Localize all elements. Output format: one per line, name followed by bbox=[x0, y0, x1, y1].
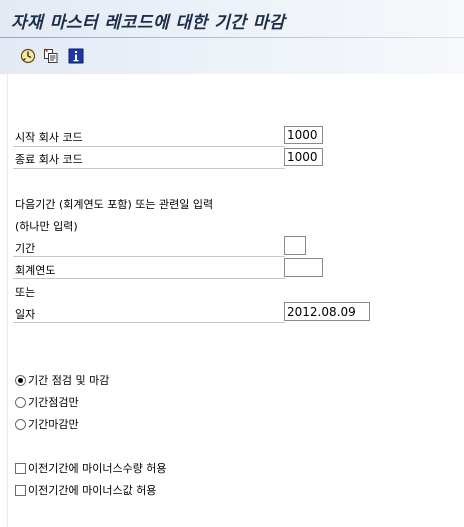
row-divider bbox=[13, 256, 285, 257]
fiscal-year-label: 회계연도 bbox=[15, 264, 56, 277]
date-field[interactable] bbox=[284, 302, 370, 321]
checkbox[interactable] bbox=[15, 484, 26, 496]
radio-label: 기간점검만 bbox=[28, 396, 79, 409]
period-field[interactable] bbox=[284, 236, 306, 255]
application-toolbar bbox=[0, 38, 464, 74]
page-title: 자재 마스터 레코드에 대한 기간 마감 bbox=[11, 13, 286, 33]
radio-label: 기간 점검 및 마감 bbox=[28, 374, 110, 387]
date-label: 일자 bbox=[15, 308, 36, 321]
info-icon bbox=[68, 48, 84, 64]
radio-check-and-close[interactable]: 기간 점검 및 마감 bbox=[15, 372, 109, 388]
title-bar: 자재 마스터 레코드에 대한 기간 마감 bbox=[0, 0, 464, 38]
start-company-code-field[interactable] bbox=[284, 126, 323, 144]
execute-button[interactable] bbox=[20, 48, 36, 64]
fiscal-year-field[interactable] bbox=[284, 258, 323, 277]
or-label: 또는 bbox=[15, 286, 36, 299]
row-divider bbox=[13, 168, 285, 169]
checkbox-label: 이전기간에 마이너스수량 허용 bbox=[28, 462, 167, 475]
radio-label: 기간마감만 bbox=[28, 418, 79, 431]
row-divider bbox=[13, 322, 285, 323]
radio-button[interactable] bbox=[15, 418, 26, 430]
left-rail bbox=[7, 74, 8, 527]
checkbox-allow-negative-value[interactable]: 이전기간에 마이너스값 허용 bbox=[15, 482, 156, 498]
execute-icon bbox=[20, 48, 36, 64]
get-variant-button[interactable] bbox=[43, 48, 59, 64]
end-company-code-field[interactable] bbox=[284, 148, 323, 166]
enter-one-only-text: (하나만 입력) bbox=[15, 220, 78, 233]
info-button[interactable] bbox=[68, 48, 84, 64]
end-company-code-label: 종료 회사 코드 bbox=[15, 153, 83, 166]
start-company-code-label: 시작 회사 코드 bbox=[15, 131, 83, 144]
checkbox-label: 이전기간에 마이너스값 허용 bbox=[28, 484, 157, 497]
radio-button[interactable] bbox=[15, 396, 26, 408]
row-divider bbox=[13, 146, 285, 147]
period-intro-text: 다음기간 (회계연도 포함) 또는 관련일 입력 bbox=[15, 198, 214, 211]
radio-check-only[interactable]: 기간점검만 bbox=[15, 394, 79, 410]
checkbox-allow-negative-quantity[interactable]: 이전기간에 마이너스수량 허용 bbox=[15, 460, 167, 476]
copy-variant-icon bbox=[44, 48, 58, 63]
period-label: 기간 bbox=[15, 242, 36, 255]
checkbox[interactable] bbox=[15, 462, 26, 474]
row-divider bbox=[13, 278, 285, 279]
radio-button-selected[interactable] bbox=[15, 374, 26, 386]
radio-close-only[interactable]: 기간마감만 bbox=[15, 416, 79, 432]
